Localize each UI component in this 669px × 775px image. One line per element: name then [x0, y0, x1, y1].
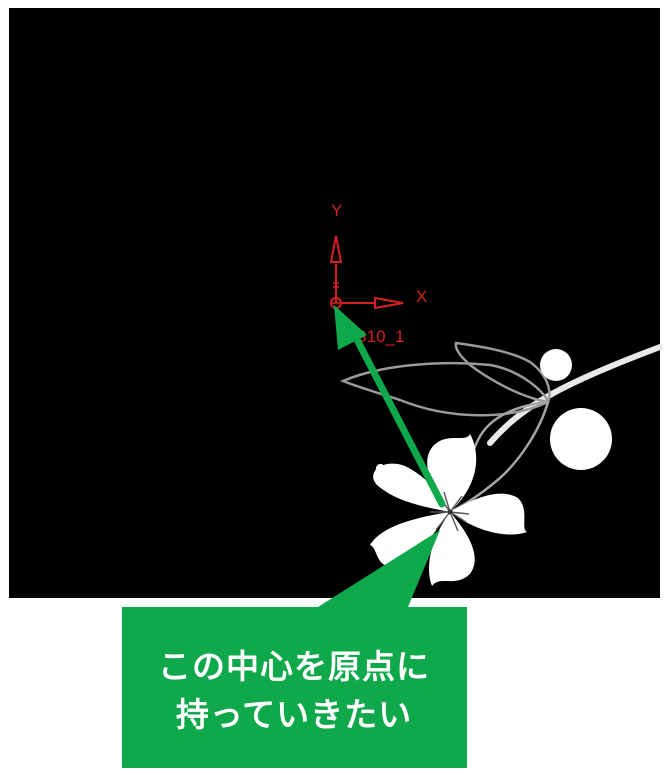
- y-axis-label: Y: [331, 201, 342, 220]
- callout-line-1: この中心を原点に: [158, 647, 430, 686]
- callout-line-2: 持っていきたい: [175, 695, 413, 734]
- callout-text: この中心を原点に 持っていきたい: [122, 643, 466, 739]
- cherry-blossom-artwork-icon: [339, 341, 663, 586]
- x-axis-label: X: [416, 287, 427, 306]
- coordinate-system-icon[interactable]: [329, 235, 404, 310]
